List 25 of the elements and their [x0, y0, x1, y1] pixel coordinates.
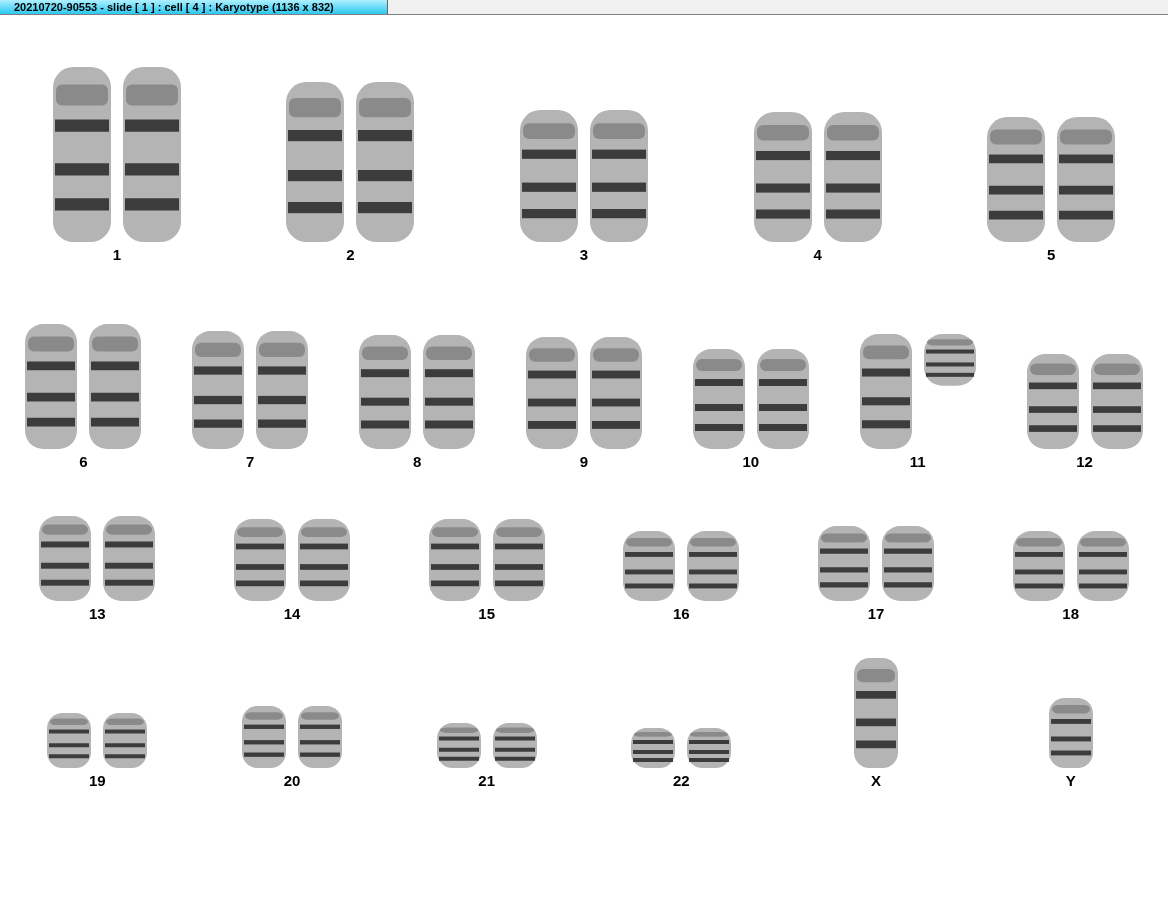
chromosome-label: 1 — [112, 246, 121, 263]
chromosome-label: 4 — [813, 246, 822, 263]
chromosome-label: 21 — [478, 772, 495, 789]
chromosome-label: 11 — [909, 453, 926, 470]
window-title: 20210720-90553 - slide [ 1 ] : cell [ 4 ] : Karyotype (1136 x 832) — [0, 0, 388, 14]
chromosome-label: 7 — [246, 453, 255, 470]
chromosome-label: 14 — [283, 605, 301, 622]
chromosome-label: 20 — [283, 772, 301, 789]
chromosome-label: 15 — [478, 605, 495, 622]
chromosome-label: 8 — [412, 453, 422, 470]
chromosome-label: 19 — [89, 772, 106, 789]
chromosome-label: 3 — [579, 246, 589, 263]
chromosome-label: 22 — [673, 772, 690, 789]
chromosome-label: 12 — [1076, 453, 1093, 470]
chromosome-label: 17 — [867, 605, 885, 622]
chromosome-label: 18 — [1062, 605, 1079, 622]
chromosome-label: 9 — [579, 453, 589, 470]
chromosome-label: 6 — [79, 453, 88, 470]
chromosome-label: 16 — [673, 605, 690, 622]
chromosome-label: 13 — [89, 605, 106, 622]
chromosome-label: 10 — [742, 453, 760, 470]
chromosome-label: 2 — [346, 246, 355, 263]
chromosome-label: Y — [1065, 772, 1076, 789]
chromosome-label: 5 — [1047, 246, 1056, 263]
chromosome-label: X — [871, 772, 881, 789]
